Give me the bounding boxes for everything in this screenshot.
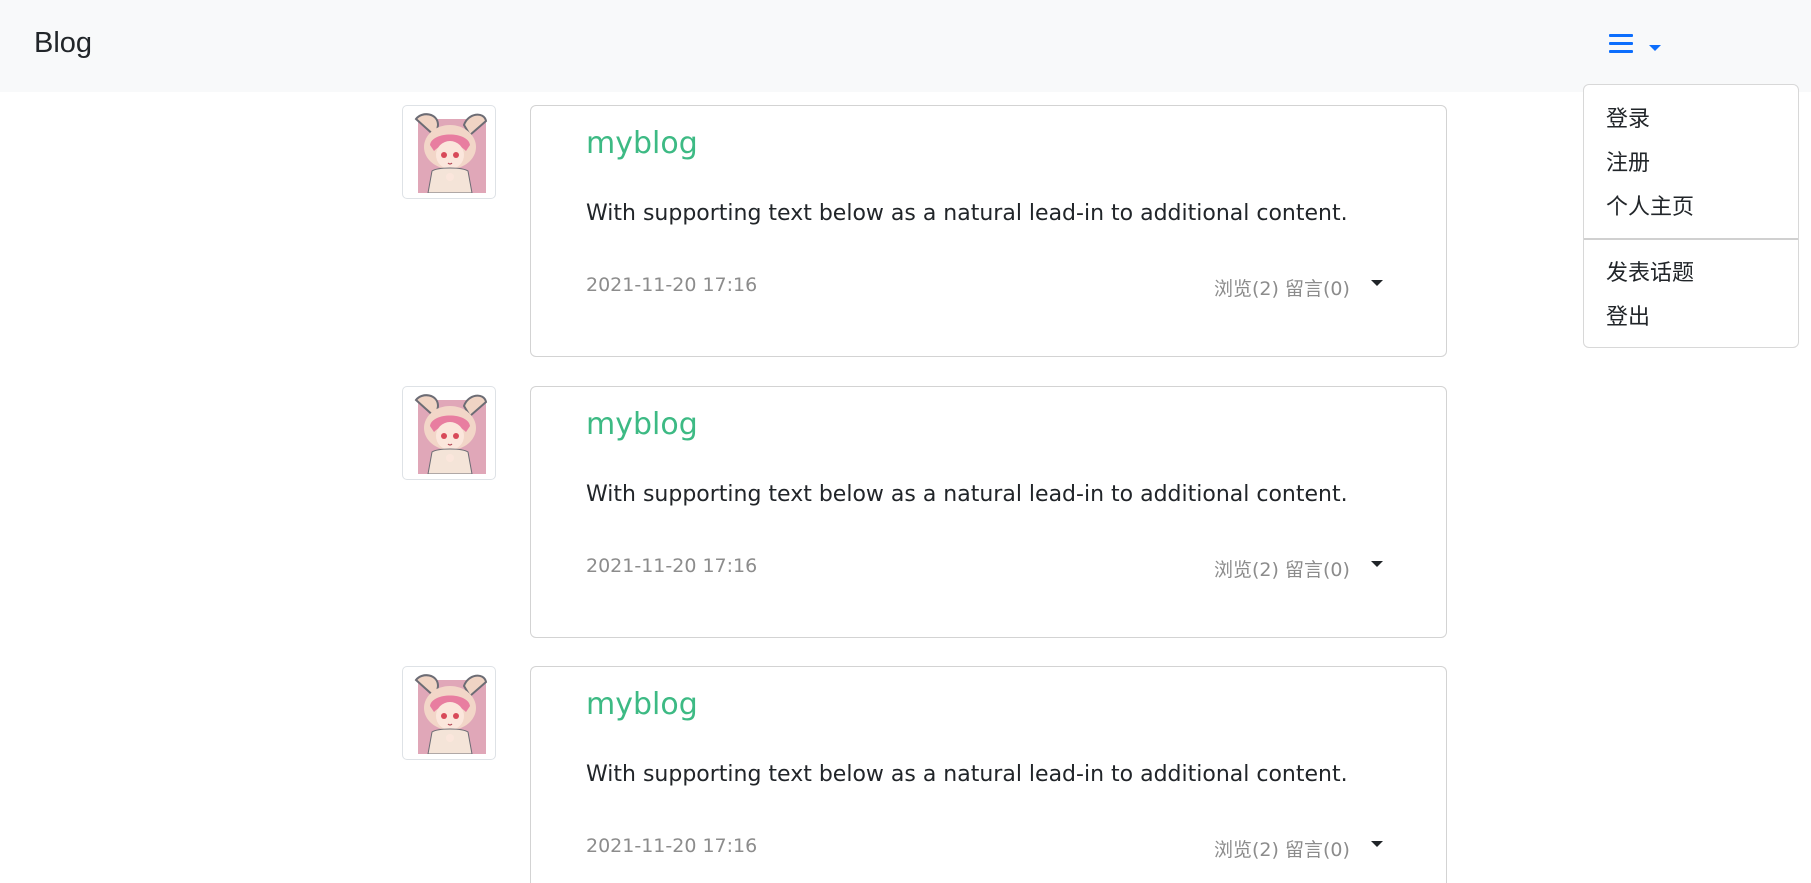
menu-divider: [1584, 238, 1798, 240]
post-date: 2021-11-20 17:16: [586, 555, 758, 577]
avatar[interactable]: [402, 105, 496, 199]
menu-item-logout[interactable]: 登出: [1606, 299, 1650, 331]
user-dropdown-menu: 登录 注册 个人主页 发表话题 登出: [1583, 84, 1799, 348]
post-title[interactable]: myblog: [586, 126, 698, 161]
post-text: With supporting text below as a natural …: [586, 201, 1348, 226]
post-text: With supporting text below as a natural …: [586, 482, 1348, 507]
post-card: myblog With supporting text below as a n…: [530, 666, 1447, 883]
caret-down-icon: [1649, 45, 1661, 51]
post-options-caret-icon[interactable]: [1365, 833, 1389, 857]
menu-item-profile[interactable]: 个人主页: [1606, 189, 1694, 221]
avatar[interactable]: [402, 666, 496, 760]
navbar-brand[interactable]: Blog: [34, 27, 92, 60]
post-options-caret-icon[interactable]: [1365, 272, 1389, 296]
anime-girl-avatar-icon: [414, 113, 488, 193]
anime-girl-avatar-icon: [414, 674, 488, 754]
post-title[interactable]: myblog: [586, 687, 698, 722]
menu-toggle-button[interactable]: [1602, 28, 1664, 64]
hamburger-icon: [1609, 32, 1633, 54]
avatar[interactable]: [402, 386, 496, 480]
anime-girl-avatar-icon: [414, 394, 488, 474]
post-date: 2021-11-20 17:16: [586, 835, 758, 857]
post-options-caret-icon[interactable]: [1365, 553, 1389, 577]
menu-item-register[interactable]: 注册: [1606, 145, 1650, 177]
post-title[interactable]: myblog: [586, 407, 698, 442]
menu-item-login[interactable]: 登录: [1606, 101, 1650, 133]
post-card: myblog With supporting text below as a n…: [530, 105, 1447, 357]
post-card: myblog With supporting text below as a n…: [530, 386, 1447, 638]
post-stats: 浏览(2) 留言(0): [1214, 559, 1350, 581]
menu-item-new-topic[interactable]: 发表话题: [1606, 255, 1694, 287]
post-date: 2021-11-20 17:16: [586, 274, 758, 296]
post-text: With supporting text below as a natural …: [586, 762, 1348, 787]
post-stats: 浏览(2) 留言(0): [1214, 839, 1350, 861]
post-stats: 浏览(2) 留言(0): [1214, 278, 1350, 300]
navbar: Blog: [0, 0, 1811, 92]
